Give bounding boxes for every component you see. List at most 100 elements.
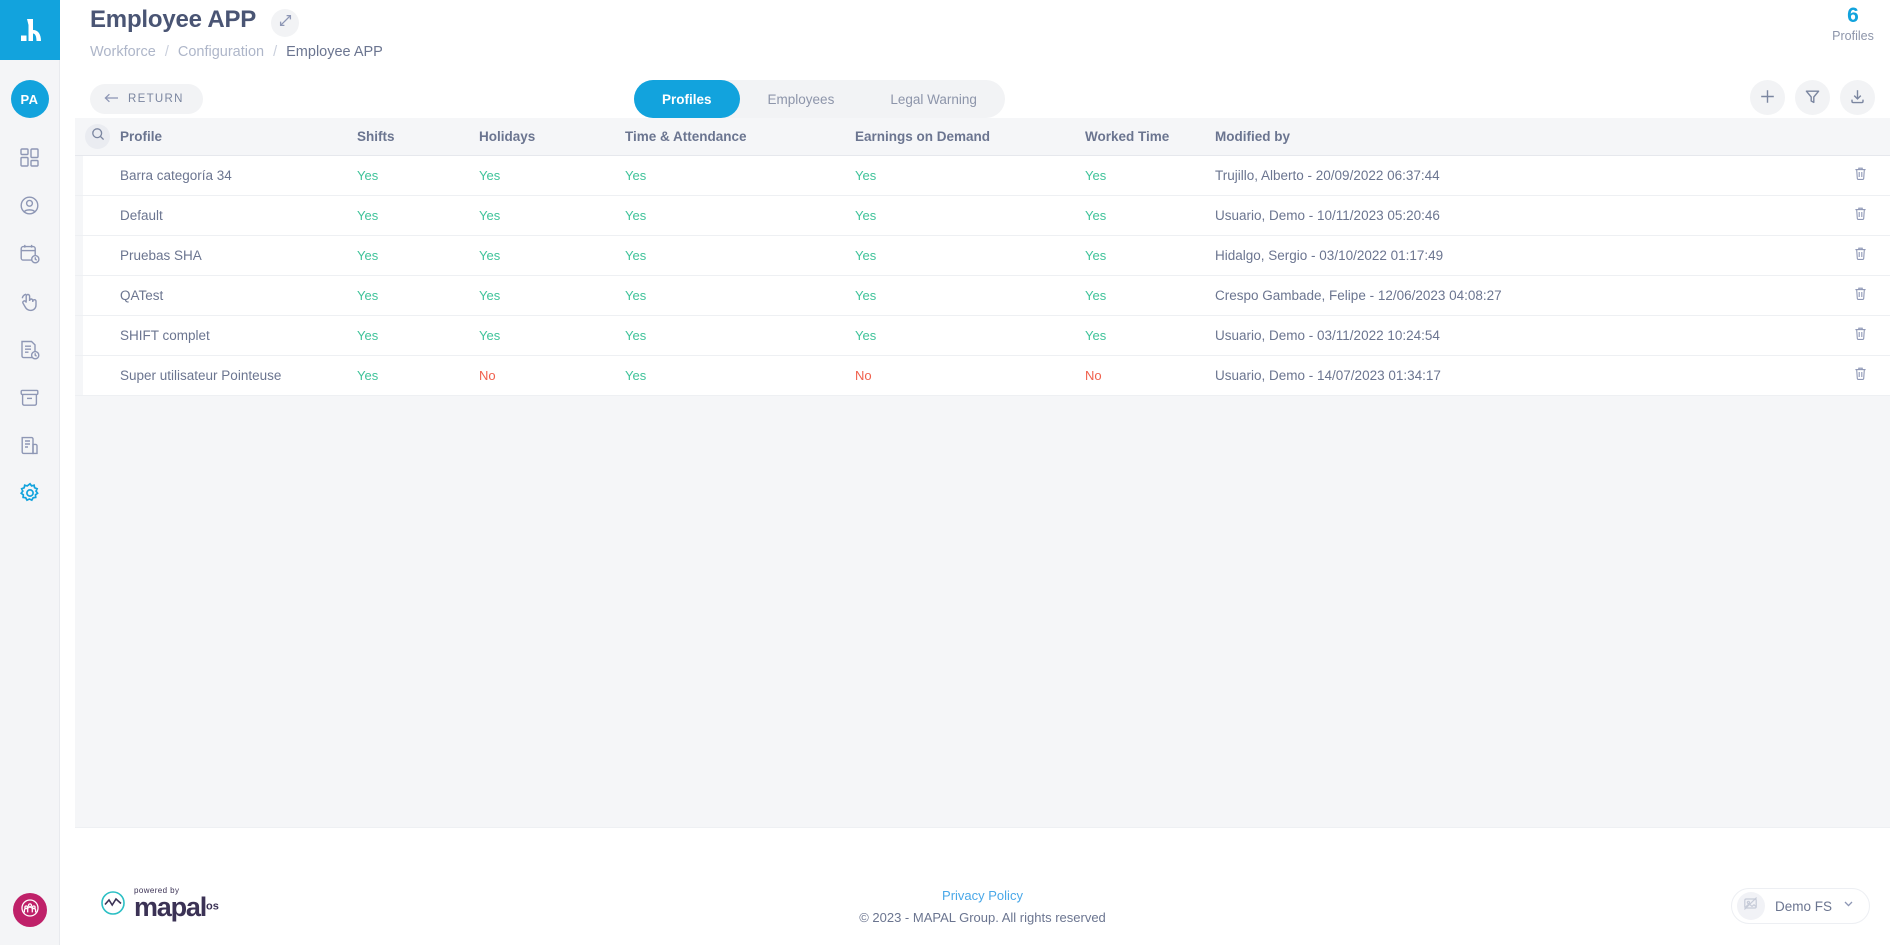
cell-holidays: Yes xyxy=(479,248,501,263)
expand-arrows-icon xyxy=(279,14,292,32)
table-body: Barra categoría 34 Yes Yes Yes Yes Yes T… xyxy=(75,156,1890,396)
filter-button[interactable] xyxy=(1795,80,1830,115)
cell-modified-by: Usuario, Demo - 10/11/2023 05:20:46 xyxy=(1215,208,1440,223)
return-button[interactable]: RETURN xyxy=(90,84,203,114)
cell-profile: Default xyxy=(120,208,163,223)
download-icon xyxy=(1849,88,1866,108)
org-badge[interactable] xyxy=(13,893,47,927)
sidebar-nav xyxy=(0,140,59,510)
sidebar-item-reports[interactable] xyxy=(6,428,54,462)
cell-shifts: Yes xyxy=(357,208,379,223)
chevron-down-icon xyxy=(1842,897,1855,915)
expand-button[interactable] xyxy=(271,9,299,37)
delete-row-button[interactable] xyxy=(1830,206,1890,226)
breadcrumb: Workforce / Configuration / Employee APP xyxy=(90,44,383,60)
column-header-time-attendance[interactable]: Time & Attendance xyxy=(625,129,855,144)
delete-row-button[interactable] xyxy=(1830,286,1890,306)
table-row[interactable]: Default Yes Yes Yes Yes Yes Usuario, Dem… xyxy=(75,196,1890,236)
delete-row-button[interactable] xyxy=(1830,366,1890,386)
breadcrumb-item-employee-app: Employee APP xyxy=(286,44,383,60)
table-row[interactable]: SHIFT complet Yes Yes Yes Yes Yes Usuari… xyxy=(75,316,1890,356)
top-bar: Employee APP Workforce / Configuration /… xyxy=(60,0,1890,118)
sidebar-item-people[interactable] xyxy=(6,188,54,222)
sidebar-item-settings[interactable] xyxy=(6,476,54,510)
trash-icon xyxy=(1853,286,1868,306)
table-row[interactable]: Super utilisateur Pointeuse Yes No Yes N… xyxy=(75,356,1890,396)
column-header-modified-by[interactable]: Modified by xyxy=(1215,129,1830,144)
cell-shifts: Yes xyxy=(357,288,379,303)
profiles-counter: 6 Profiles xyxy=(1808,4,1890,43)
calendar-clock-icon xyxy=(19,243,40,264)
sidebar-item-schedule[interactable] xyxy=(6,236,54,270)
table-row[interactable]: Pruebas SHA Yes Yes Yes Yes Yes Hidalgo,… xyxy=(75,236,1890,276)
arrow-left-icon xyxy=(104,93,119,106)
delete-row-button[interactable] xyxy=(1830,326,1890,346)
column-header-worked-time[interactable]: Worked Time xyxy=(1085,129,1215,144)
cell-holidays: No xyxy=(479,368,496,383)
delete-row-button[interactable] xyxy=(1830,166,1890,186)
cell-profile: SHIFT complet xyxy=(120,328,210,343)
brand-logo[interactable] xyxy=(0,0,60,60)
trash-icon xyxy=(1853,206,1868,226)
column-header-profile[interactable]: Profile xyxy=(120,129,357,144)
sidebar-item-dashboard[interactable] xyxy=(6,140,54,174)
search-icon xyxy=(91,127,105,146)
footer-center: Privacy Policy © 2023 - MAPAL Group. All… xyxy=(75,887,1890,925)
dashboard-grid-icon xyxy=(19,147,40,168)
cell-modified-by: Usuario, Demo - 03/11/2022 10:24:54 xyxy=(1215,328,1440,343)
page-title: Employee APP xyxy=(90,6,257,33)
sidebar-item-clocking[interactable] xyxy=(6,284,54,318)
cell-worked-time: Yes xyxy=(1085,208,1107,223)
organization-selector[interactable]: Demo FS xyxy=(1730,888,1870,924)
cell-profile: Barra categoría 34 xyxy=(120,168,232,183)
mapal-logo-icon xyxy=(17,16,43,44)
cell-modified-by: Trujillo, Alberto - 20/09/2022 06:37:44 xyxy=(1215,168,1440,183)
cell-earnings-on-demand: Yes xyxy=(855,208,877,223)
report-document-icon xyxy=(19,435,40,456)
trash-icon xyxy=(1853,366,1868,386)
profiles-count-value: 6 xyxy=(1847,4,1859,27)
tab-legal-warning[interactable]: Legal Warning xyxy=(862,80,1005,118)
cell-holidays: Yes xyxy=(479,208,501,223)
cell-earnings-on-demand: No xyxy=(855,368,872,383)
cell-worked-time: Yes xyxy=(1085,248,1107,263)
document-clock-icon xyxy=(19,339,40,360)
export-button[interactable] xyxy=(1840,80,1875,115)
cell-earnings-on-demand: Yes xyxy=(855,248,877,263)
sidebar-item-archive[interactable] xyxy=(6,380,54,414)
people-group-icon xyxy=(19,897,41,924)
column-header-earnings-on-demand[interactable]: Earnings on Demand xyxy=(855,129,1085,144)
profiles-table-panel: Profile Shifts Holidays Time & Attendanc… xyxy=(75,118,1890,827)
delete-row-button[interactable] xyxy=(1830,246,1890,266)
cell-time-attendance: Yes xyxy=(625,328,647,343)
table-row[interactable]: QATest Yes Yes Yes Yes Yes Crespo Gambad… xyxy=(75,276,1890,316)
cell-holidays: Yes xyxy=(479,328,501,343)
table-row[interactable]: Barra categoría 34 Yes Yes Yes Yes Yes T… xyxy=(75,156,1890,196)
cell-shifts: Yes xyxy=(357,368,379,383)
tab-employees[interactable]: Employees xyxy=(740,80,863,118)
cell-worked-time: No xyxy=(1085,368,1102,383)
column-header-shifts[interactable]: Shifts xyxy=(357,129,479,144)
cell-earnings-on-demand: Yes xyxy=(855,168,877,183)
cell-time-attendance: Yes xyxy=(625,208,647,223)
trash-icon xyxy=(1853,246,1868,266)
cell-holidays: Yes xyxy=(479,168,501,183)
add-profile-button[interactable] xyxy=(1750,80,1785,115)
column-header-holidays[interactable]: Holidays xyxy=(479,129,625,144)
filter-funnel-icon xyxy=(1804,88,1821,108)
archive-box-icon xyxy=(19,387,40,408)
cell-shifts: Yes xyxy=(357,248,379,263)
breadcrumb-item-workforce[interactable]: Workforce xyxy=(90,44,156,60)
sidebar-item-timesheets[interactable] xyxy=(6,332,54,366)
search-cell xyxy=(75,124,120,149)
sidebar: PA xyxy=(0,0,60,945)
tab-bar: Profiles Employees Legal Warning xyxy=(634,80,1005,118)
privacy-policy-link[interactable]: Privacy Policy xyxy=(942,888,1023,903)
search-button[interactable] xyxy=(85,124,110,149)
cell-modified-by: Crespo Gambade, Felipe - 12/06/2023 04:0… xyxy=(1215,288,1502,303)
tab-profiles[interactable]: Profiles xyxy=(634,80,740,118)
cell-worked-time: Yes xyxy=(1085,288,1107,303)
avatar[interactable]: PA xyxy=(10,80,49,118)
breadcrumb-item-configuration[interactable]: Configuration xyxy=(178,44,264,60)
user-circle-icon xyxy=(19,195,40,216)
